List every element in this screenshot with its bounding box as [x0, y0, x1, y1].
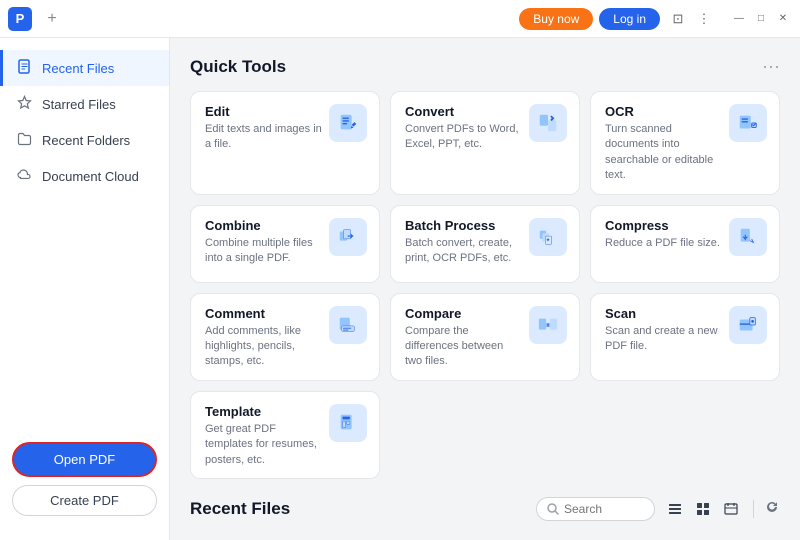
- tool-card-comment[interactable]: Comment Add comments, like highlights, p…: [190, 293, 380, 381]
- titlebar: P + Buy now Log in ⊡ ⋮ — □ ✕: [0, 0, 800, 38]
- list-view-button[interactable]: [663, 497, 687, 521]
- tool-card-edit[interactable]: Edit Edit texts and images in a file.: [190, 91, 380, 195]
- titlebar-left: P +: [8, 7, 64, 31]
- tool-name: Comment: [205, 306, 323, 321]
- tool-name: OCR: [605, 104, 723, 119]
- tool-card-scan[interactable]: Scan Scan and create a new PDF file.: [590, 293, 780, 381]
- search-input[interactable]: [564, 502, 644, 516]
- tool-desc: Turn scanned documents into searchable o…: [605, 122, 723, 184]
- sidebar-item-starred-files[interactable]: Starred Files: [0, 86, 169, 122]
- tool-name: Edit: [205, 104, 323, 119]
- search-box: [536, 497, 655, 521]
- recent-files-controls: [536, 497, 780, 521]
- tool-card-compress[interactable]: Compress Reduce a PDF file size.: [590, 205, 780, 283]
- divider: [753, 500, 754, 518]
- tools-grid: Edit Edit texts and images in a file. Co…: [190, 91, 780, 479]
- sidebar-item-label: Recent Folders: [42, 133, 130, 148]
- sidebar-item-label: Starred Files: [42, 97, 116, 112]
- document-cloud-icon: [16, 167, 32, 185]
- grid-view-button[interactable]: [691, 497, 715, 521]
- tool-name: Template: [205, 404, 323, 419]
- tool-icon: [529, 306, 567, 344]
- window-controls: — □ ✕: [730, 10, 792, 28]
- maximize-button[interactable]: □: [752, 10, 770, 28]
- tool-icon: [329, 306, 367, 344]
- create-pdf-button[interactable]: Create PDF: [12, 485, 157, 516]
- recent-folders-icon: [16, 131, 32, 149]
- sidebar-item-document-cloud[interactable]: Document Cloud: [0, 158, 169, 194]
- tool-icon: [529, 104, 567, 142]
- tool-icon: [729, 104, 767, 142]
- refresh-button[interactable]: [764, 499, 780, 518]
- tool-name: Scan: [605, 306, 723, 321]
- tool-card-ocr[interactable]: OCR Turn scanned documents into searchab…: [590, 91, 780, 195]
- tool-icon: [329, 404, 367, 442]
- tool-desc: Combine multiple files into a single PDF…: [205, 236, 323, 267]
- recent-files-title: Recent Files: [190, 499, 290, 519]
- tool-icon: [329, 104, 367, 142]
- quick-tools-header: Quick Tools ···: [190, 56, 780, 77]
- minimize-button[interactable]: —: [730, 10, 748, 28]
- tool-name: Compare: [405, 306, 523, 321]
- tool-desc: Compare the differences between two file…: [405, 324, 523, 370]
- sidebar-bottom: Open PDF Create PDF: [0, 430, 169, 528]
- tool-icon: [329, 218, 367, 256]
- tool-desc: Edit texts and images in a file.: [205, 122, 323, 153]
- sidebar-item-recent-files[interactable]: Recent Files: [0, 50, 169, 86]
- quick-tools-title: Quick Tools: [190, 57, 286, 77]
- tool-desc: Batch convert, create, print, OCR PDFs, …: [405, 236, 523, 267]
- recent-files-icon: [16, 59, 32, 77]
- sidebar-item-label: Recent Files: [42, 61, 114, 76]
- close-button[interactable]: ✕: [774, 10, 792, 28]
- tool-card-convert[interactable]: Convert Convert PDFs to Word, Excel, PPT…: [390, 91, 580, 195]
- app-icon: P: [8, 7, 32, 31]
- sidebar-item-recent-folders[interactable]: Recent Folders: [0, 122, 169, 158]
- tool-name: Batch Process: [405, 218, 523, 233]
- titlebar-right: Buy now Log in ⊡ ⋮ — □ ✕: [519, 7, 792, 31]
- tool-card-batch-process[interactable]: Batch Process Batch convert, create, pri…: [390, 205, 580, 283]
- main-layout: Recent Files Starred Files Recent Folder…: [0, 38, 800, 540]
- recent-files-header: Recent Files: [190, 497, 780, 521]
- open-pdf-button[interactable]: Open PDF: [12, 442, 157, 477]
- tool-desc: Scan and create a new PDF file.: [605, 324, 723, 355]
- search-icon: [547, 503, 559, 515]
- tool-desc: Add comments, like highlights, pencils, …: [205, 324, 323, 370]
- tool-card-template[interactable]: Template Get great PDF templates for res…: [190, 391, 380, 479]
- tool-card-combine[interactable]: Combine Combine multiple files into a si…: [190, 205, 380, 283]
- calendar-view-button[interactable]: [719, 497, 743, 521]
- new-tab-button[interactable]: +: [40, 7, 64, 31]
- tool-desc: Get great PDF templates for resumes, pos…: [205, 422, 323, 468]
- tool-icon: [729, 306, 767, 344]
- tool-name: Combine: [205, 218, 323, 233]
- starred-files-icon: [16, 95, 32, 113]
- tool-card-compare[interactable]: Compare Compare the differences between …: [390, 293, 580, 381]
- content-area: Quick Tools ··· Edit Edit texts and imag…: [170, 38, 800, 540]
- tool-name: Convert: [405, 104, 523, 119]
- tool-desc: Convert PDFs to Word, Excel, PPT, etc.: [405, 122, 523, 153]
- tool-icon: [529, 218, 567, 256]
- sidebar: Recent Files Starred Files Recent Folder…: [0, 38, 170, 540]
- tool-desc: Reduce a PDF file size.: [605, 236, 723, 251]
- window-expand-icon[interactable]: ⊡: [666, 7, 690, 31]
- tool-name: Compress: [605, 218, 723, 233]
- sidebar-item-label: Document Cloud: [42, 169, 139, 184]
- titlebar-icons: ⊡ ⋮: [666, 7, 716, 31]
- quick-tools-more-button[interactable]: ···: [762, 56, 780, 77]
- window-menu-icon[interactable]: ⋮: [692, 7, 716, 31]
- view-toggle: [663, 497, 743, 521]
- tool-icon: [729, 218, 767, 256]
- buy-now-button[interactable]: Buy now: [519, 8, 593, 30]
- login-button[interactable]: Log in: [599, 8, 660, 30]
